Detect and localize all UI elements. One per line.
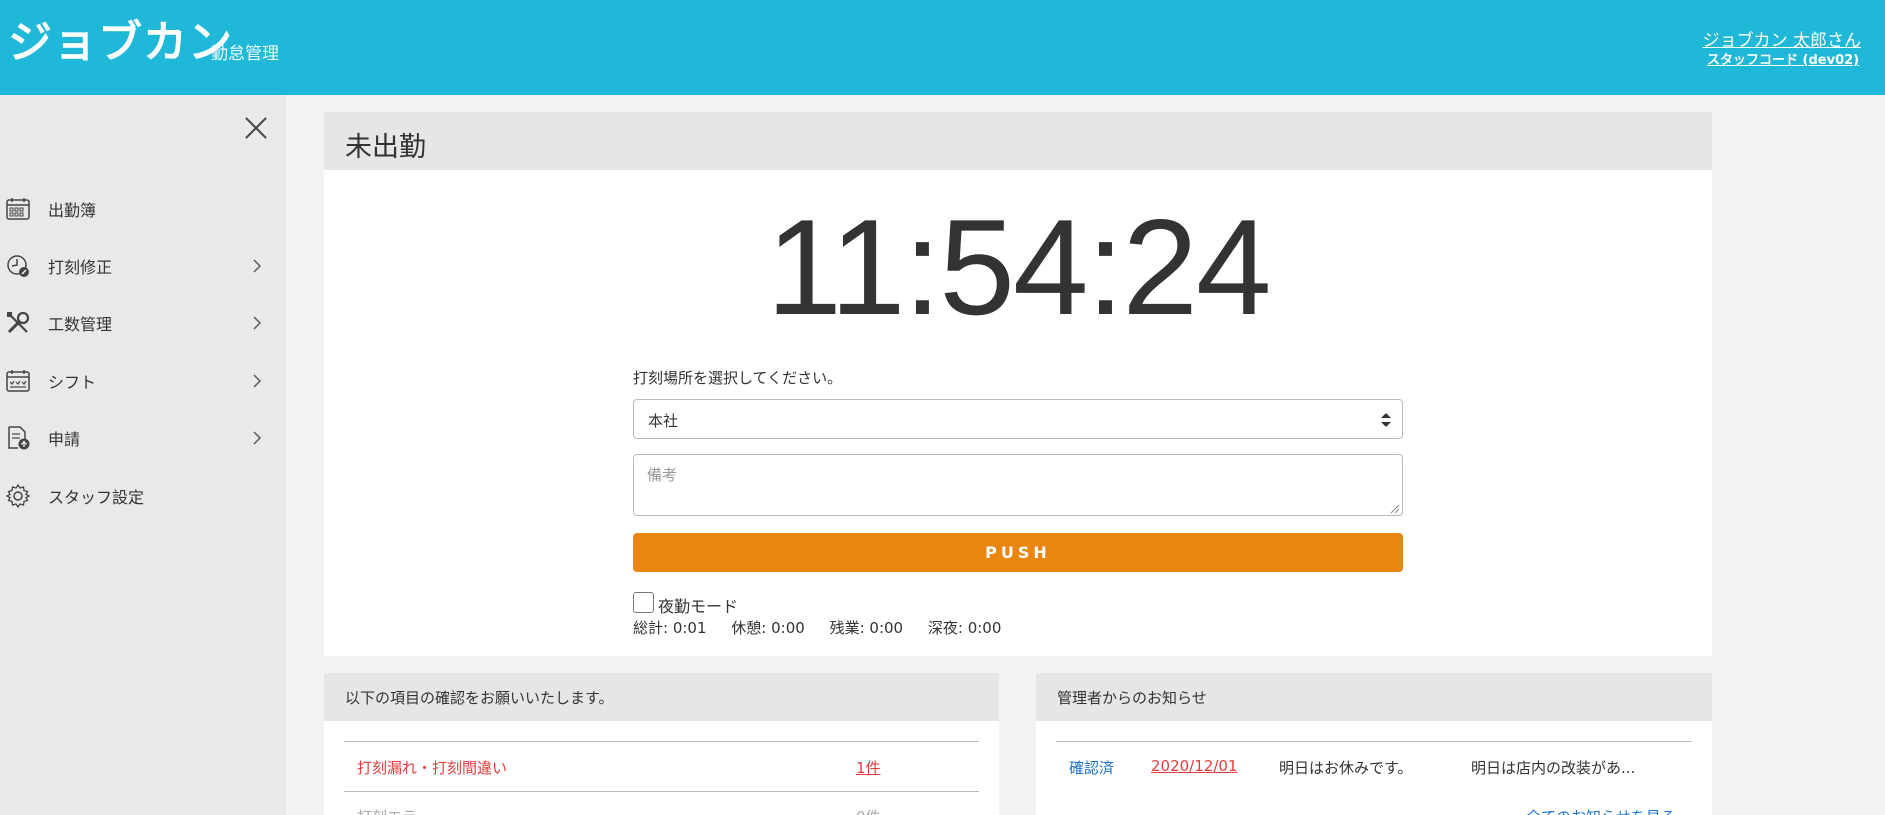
chevron-right-icon: [253, 374, 261, 388]
confirm-row-count: 0件: [856, 806, 881, 815]
night-mode-checkbox[interactable]: [633, 592, 654, 613]
sidebar-item-punch-correction[interactable]: 打刻修正: [0, 246, 286, 286]
document-upload-icon: [8, 426, 30, 450]
punch-card: 未出勤 11:54:24 打刻場所を選択してください。 本社 PUSH 夜勤モー…: [324, 112, 1712, 656]
calendar-grid-icon: [6, 198, 30, 220]
sidebar-item-label: 打刻修正: [48, 258, 113, 277]
resize-grip-icon[interactable]: [1389, 503, 1400, 514]
attendance-status: 未出勤: [345, 132, 426, 163]
divider: [344, 741, 979, 742]
app-logo[interactable]: ジョブカン: [8, 18, 233, 68]
punch-card-header: 未出勤: [324, 112, 1712, 170]
note-textarea[interactable]: [633, 454, 1403, 516]
chevron-right-icon: [253, 316, 261, 330]
sidebar-item-attendance[interactable]: 出勤簿: [0, 189, 286, 229]
notice-date-link[interactable]: 2020/12/01: [1151, 757, 1237, 775]
all-notices-link[interactable]: 全てのお知らせを見る: [1526, 806, 1676, 815]
notice-subject: 明日はお休みです。: [1279, 759, 1413, 777]
stat-night: 深夜: 0:00: [927, 619, 1002, 637]
notice-preview: 明日は店内の改装があ...: [1471, 759, 1636, 777]
stat-break: 休憩: 0:00: [731, 619, 805, 637]
current-time-clock: 11:54:24: [766, 191, 1271, 343]
sidebar-item-application[interactable]: 申請: [0, 418, 286, 458]
confirm-row-label: 打刻エラ: [357, 806, 417, 815]
location-select[interactable]: 本社: [633, 399, 1403, 439]
sidebar-item-label: 工数管理: [48, 315, 113, 334]
chevron-right-icon: [253, 431, 261, 445]
confirm-panel-header: 以下の項目の確認をお願いいたします。: [324, 673, 999, 721]
clock-edit-icon: [7, 255, 29, 277]
confirm-row-count-link[interactable]: 1件: [856, 757, 881, 778]
sidebar-item-label: 出勤簿: [48, 201, 97, 220]
chevron-right-icon: [253, 259, 261, 273]
stat-overtime: 残業: 0:00: [829, 619, 904, 637]
confirm-panel-title: 以下の項目の確認をお願いいたします。: [345, 689, 614, 707]
notice-panel-header: 管理者からのお知らせ: [1036, 673, 1712, 721]
sidebar-item-label: スタッフ設定: [48, 488, 145, 507]
time-stats: 総計: 0:01 休憩: 0:00 残業: 0:00 深夜: 0:00: [633, 617, 1021, 638]
user-name-link[interactable]: ジョブカン 太郎さん: [1703, 26, 1861, 51]
sidebar-item-man-hours[interactable]: 工数管理: [0, 303, 286, 343]
location-selected-value: 本社: [648, 412, 679, 430]
confirm-row-label[interactable]: 打刻漏れ・打刻間違い: [357, 757, 507, 778]
staff-code-link[interactable]: スタッフコード (dev02): [1707, 49, 1859, 68]
stat-total: 総計: 0:01: [633, 619, 707, 637]
shift-calendar-icon: [6, 370, 30, 392]
gear-icon: [5, 483, 31, 509]
sidebar: 出勤簿 打刻修正 工数管理 シフト 申請 スタッフ設定: [0, 95, 286, 815]
close-icon[interactable]: [243, 115, 269, 141]
sidebar-item-staff-settings[interactable]: スタッフ設定: [0, 476, 286, 516]
push-button[interactable]: PUSH: [633, 533, 1403, 572]
location-label: 打刻場所を選択してください。: [633, 369, 843, 387]
notice-panel: 管理者からのお知らせ 確認済 2020/12/01 明日はお休みです。 明日は店…: [1036, 673, 1712, 815]
select-arrows-icon: [1381, 413, 1391, 427]
app-header: ジョブカン 勤怠管理 ジョブカン 太郎さん スタッフコード (dev02): [0, 0, 1885, 95]
divider: [344, 791, 979, 792]
sidebar-item-label: シフト: [48, 373, 97, 392]
tools-icon: [7, 311, 30, 334]
divider: [1056, 741, 1692, 742]
notice-status: 確認済: [1069, 759, 1115, 777]
night-mode-label[interactable]: 夜勤モード: [658, 593, 738, 617]
confirm-panel: 以下の項目の確認をお願いいたします。 打刻漏れ・打刻間違い 1件 打刻エラ 0件: [324, 673, 999, 815]
sidebar-item-shift[interactable]: シフト: [0, 361, 286, 401]
notice-panel-title: 管理者からのお知らせ: [1057, 689, 1207, 707]
app-logo-subtitle: 勤怠管理: [211, 44, 279, 64]
sidebar-item-label: 申請: [48, 430, 81, 449]
